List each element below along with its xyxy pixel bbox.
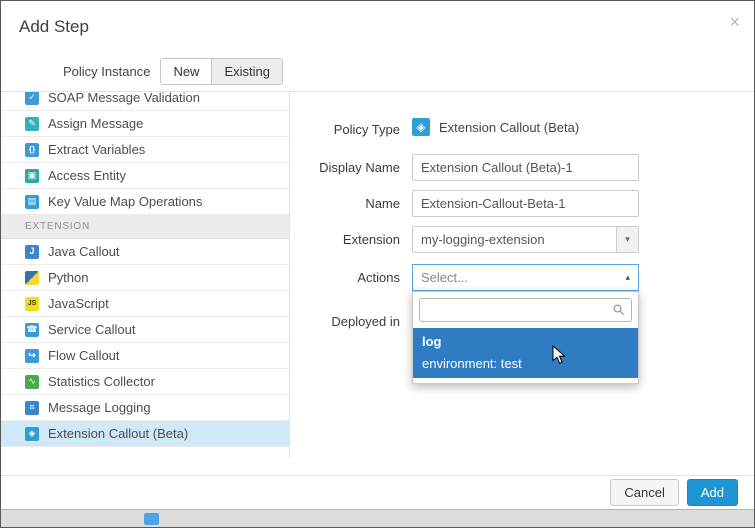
policy-item-label: Java Callout [48, 244, 120, 259]
policy-instance-row: Policy Instance New Existing [1, 51, 754, 91]
extension-select[interactable]: my-logging-extension ▾ [412, 226, 639, 253]
deployed-in-label: Deployed in [290, 314, 400, 329]
screen: Add Step × Policy Instance New Existing … [0, 0, 755, 528]
statistics-collector-icon: ∿ [25, 375, 39, 389]
policy-list: ✓ SOAP Message Validation ✎ Assign Messa… [1, 92, 290, 458]
policy-item-label: Key Value Map Operations [48, 194, 202, 209]
policy-item-javascript[interactable]: JS JavaScript [1, 291, 289, 317]
policy-item-flow-callout[interactable]: ↪ Flow Callout [1, 343, 289, 369]
actions-label: Actions [290, 270, 400, 285]
display-name-input[interactable] [412, 154, 639, 181]
actions-option-group: log environment: test [413, 328, 638, 378]
search-icon [613, 304, 625, 316]
policy-item-label: Flow Callout [48, 348, 120, 363]
add-step-modal: Add Step × Policy Instance New Existing … [1, 1, 754, 510]
policy-item-java-callout[interactable]: J Java Callout [1, 239, 289, 265]
policy-form: Policy Type ◈ Extension Callout (Beta) D… [290, 92, 754, 458]
policy-section-header-extension: EXTENSION [1, 215, 289, 239]
policy-item-statistics-collector[interactable]: ∿ Statistics Collector [1, 369, 289, 395]
cancel-button[interactable]: Cancel [610, 479, 678, 506]
actions-option-log[interactable]: log [413, 331, 638, 353]
message-logging-icon: ≡ [25, 401, 39, 415]
modal-footer: Cancel Add [1, 475, 754, 509]
policy-item-label: Message Logging [48, 400, 151, 415]
chevron-up-icon: ▴ [625, 272, 630, 283]
policy-item-soap-message-validation[interactable]: ✓ SOAP Message Validation [1, 92, 289, 111]
policy-item-message-logging[interactable]: ≡ Message Logging [1, 395, 289, 421]
policy-type-label: Policy Type [290, 122, 400, 137]
policy-item-label: Service Callout [48, 322, 135, 337]
name-input[interactable] [412, 190, 639, 217]
soap-message-validation-icon: ✓ [25, 92, 39, 105]
policy-item-label: SOAP Message Validation [48, 92, 200, 105]
background-page [1, 510, 754, 527]
policy-item-assign-message[interactable]: ✎ Assign Message [1, 111, 289, 137]
policy-type-text: Extension Callout (Beta) [439, 120, 579, 135]
policy-list-inner: ✓ SOAP Message Validation ✎ Assign Messa… [1, 92, 289, 447]
policy-instance-toggle: New Existing [160, 58, 283, 85]
flow-callout-icon: ↪ [25, 349, 39, 363]
policy-item-label: Extract Variables [48, 142, 145, 157]
actions-search-input[interactable] [419, 298, 632, 322]
extension-label: Extension [290, 232, 400, 247]
policy-instance-label: Policy Instance [63, 64, 150, 79]
actions-dropdown: log environment: test [412, 291, 639, 384]
policy-item-access-entity[interactable]: ▣ Access Entity [1, 163, 289, 189]
policy-item-service-callout[interactable]: ☎ Service Callout [1, 317, 289, 343]
policy-item-label: Statistics Collector [48, 374, 155, 389]
chevron-down-icon[interactable]: ▾ [616, 227, 638, 252]
policy-item-extract-variables[interactable]: {} Extract Variables [1, 137, 289, 163]
policy-item-label: JavaScript [48, 296, 109, 311]
add-button[interactable]: Add [687, 479, 738, 506]
assign-message-icon: ✎ [25, 117, 39, 131]
javascript-icon: JS [25, 297, 39, 311]
policy-item-label: Python [48, 270, 88, 285]
policy-item-key-value-map-operations[interactable]: ▤ Key Value Map Operations [1, 189, 289, 215]
mouse-cursor [552, 345, 566, 365]
policy-type-value: ◈ Extension Callout (Beta) [412, 118, 579, 136]
policy-item-extension-callout-beta[interactable]: ◈ Extension Callout (Beta) [1, 421, 289, 447]
extract-variables-icon: {} [25, 143, 39, 157]
modal-body: ✓ SOAP Message Validation ✎ Assign Messa… [1, 91, 754, 458]
key-value-map-operations-icon: ▤ [25, 195, 39, 209]
policy-item-label: Access Entity [48, 168, 126, 183]
access-entity-icon: ▣ [25, 169, 39, 183]
actions-select-value: Select... [421, 270, 468, 285]
extension-callout-icon: ◈ [25, 427, 39, 441]
extension-select-value: my-logging-extension [413, 227, 616, 252]
policy-item-python[interactable]: Python [1, 265, 289, 291]
actions-select[interactable]: Select... ▴ [412, 264, 639, 291]
policy-instance-existing-button[interactable]: Existing [211, 59, 282, 84]
actions-search-wrap [419, 298, 632, 322]
extension-callout-type-icon: ◈ [412, 118, 430, 136]
actions-option-environment-test[interactable]: environment: test [413, 353, 638, 375]
policy-item-label: Assign Message [48, 116, 143, 131]
close-icon[interactable]: × [729, 13, 740, 31]
display-name-label: Display Name [290, 160, 400, 175]
background-page-icon [144, 513, 159, 525]
python-icon [25, 271, 39, 285]
name-label: Name [290, 196, 400, 211]
policy-item-label: Extension Callout (Beta) [48, 426, 188, 441]
modal-header: Add Step × [1, 1, 754, 51]
modal-title: Add Step [1, 1, 754, 37]
java-callout-icon: J [25, 245, 39, 259]
service-callout-icon: ☎ [25, 323, 39, 337]
policy-instance-new-button[interactable]: New [161, 59, 211, 84]
